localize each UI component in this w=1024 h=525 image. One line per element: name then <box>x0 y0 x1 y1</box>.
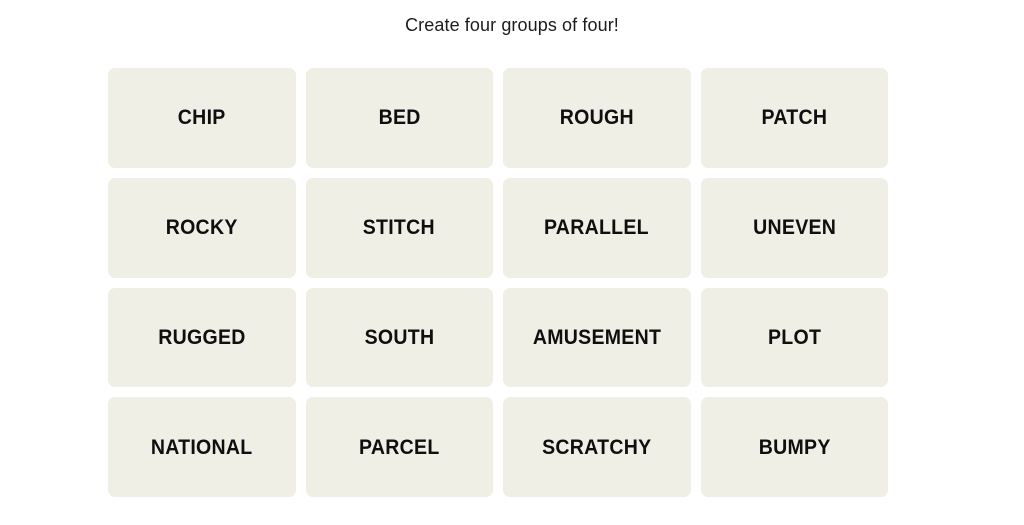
word-tile-parallel[interactable]: PARALLEL <box>503 177 691 278</box>
word-grid: CHIP BED ROUGH PATCH ROCKY STITCH PARALL… <box>108 68 888 497</box>
word-tile-label: STITCH <box>363 216 436 240</box>
word-tile-amusement[interactable]: AMUSEMENT <box>503 287 691 388</box>
word-tile-label: BED <box>378 106 421 130</box>
word-tile-label: PLOT <box>767 325 821 349</box>
word-tile-label: ROUGH <box>559 106 634 130</box>
word-tile-bed[interactable]: BED <box>305 68 493 168</box>
word-tile-south[interactable]: SOUTH <box>305 287 493 388</box>
word-tile-stitch[interactable]: STITCH <box>305 177 493 278</box>
word-tile-label: RUGGED <box>158 325 246 349</box>
word-tile-parcel[interactable]: PARCEL <box>305 397 493 497</box>
word-tile-rugged[interactable]: RUGGED <box>108 287 296 388</box>
word-tile-national[interactable]: NATIONAL <box>108 397 296 497</box>
word-tile-label: PATCH <box>761 106 828 130</box>
word-tile-label: SOUTH <box>364 325 435 349</box>
word-tile-label: NATIONAL <box>150 435 253 459</box>
word-tile-label: CHIP <box>177 106 226 130</box>
word-tile-label: PARCEL <box>358 435 440 459</box>
word-tile-chip[interactable]: CHIP <box>108 68 296 168</box>
word-tile-plot[interactable]: PLOT <box>700 287 888 388</box>
word-tile-patch[interactable]: PATCH <box>700 68 888 168</box>
puzzle-page: Create four groups of four! CHIP BED ROU… <box>0 0 1024 525</box>
word-tile-rocky[interactable]: ROCKY <box>108 177 296 278</box>
word-tile-label: BUMPY <box>758 435 831 459</box>
page-title: Create four groups of four! <box>405 15 619 35</box>
word-tile-label: AMUSEMENT <box>532 325 661 349</box>
word-tile-label: PARALLEL <box>544 216 650 240</box>
word-tile-uneven[interactable]: UNEVEN <box>700 177 888 278</box>
word-tile-scratchy[interactable]: SCRATCHY <box>503 397 691 497</box>
word-tile-bumpy[interactable]: BUMPY <box>700 397 888 497</box>
word-tile-label: ROCKY <box>165 216 238 240</box>
word-tile-label: UNEVEN <box>752 216 836 240</box>
word-tile-label: SCRATCHY <box>542 435 652 459</box>
word-tile-rough[interactable]: ROUGH <box>503 68 691 168</box>
